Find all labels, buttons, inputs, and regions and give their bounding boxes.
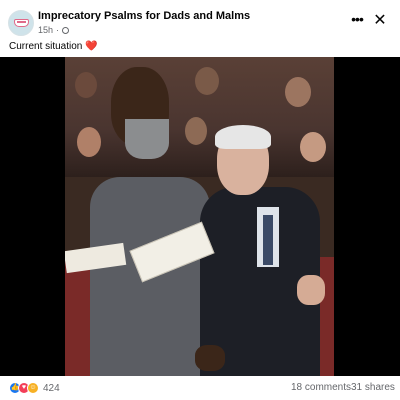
reactions-summary[interactable]: 👍 ♥ ☺ 424	[9, 382, 60, 394]
photo-content	[65, 57, 334, 376]
caption-text: Current situation	[9, 41, 83, 52]
reaction-count: 424	[43, 382, 60, 394]
heart-emoji-icon: ❤️	[85, 41, 98, 52]
post-header: Imprecatory Psalms for Dads and Malms 15…	[0, 0, 400, 40]
post-card: Imprecatory Psalms for Dads and Malms 15…	[0, 0, 400, 400]
post-time[interactable]: 15h	[38, 25, 53, 35]
page-name[interactable]: Imprecatory Psalms for Dads and Malms	[38, 10, 250, 22]
comments-count-link[interactable]: 18 comments	[291, 382, 351, 393]
more-options-button[interactable]: •••	[346, 12, 368, 30]
globe-icon	[62, 26, 70, 34]
meta-separator: ·	[56, 25, 60, 35]
man-left-beard	[125, 119, 169, 159]
crowd-head	[300, 132, 326, 162]
page-avatar[interactable]	[8, 10, 34, 36]
crowd-head	[77, 127, 101, 157]
post-footer: 👍 ♥ ☺ 424 18 comments 31 shares	[0, 376, 400, 400]
avatar-logo	[14, 19, 29, 27]
man-right-hands	[297, 275, 325, 305]
post-meta: 15h ·	[38, 25, 70, 35]
crowd-head	[195, 67, 219, 95]
man-right-tie	[263, 215, 273, 265]
shares-count-link[interactable]: 31 shares	[351, 382, 395, 393]
man-left-hands	[195, 345, 225, 371]
crowd-head	[75, 72, 97, 98]
post-caption: Current situation ❤️	[9, 41, 98, 52]
crowd-head	[185, 117, 207, 145]
haha-icon: ☺	[27, 382, 39, 394]
man-right-hair	[215, 125, 271, 149]
crowd-head	[285, 77, 311, 107]
close-icon[interactable]: ✕	[370, 11, 390, 31]
post-photo[interactable]	[0, 57, 400, 376]
